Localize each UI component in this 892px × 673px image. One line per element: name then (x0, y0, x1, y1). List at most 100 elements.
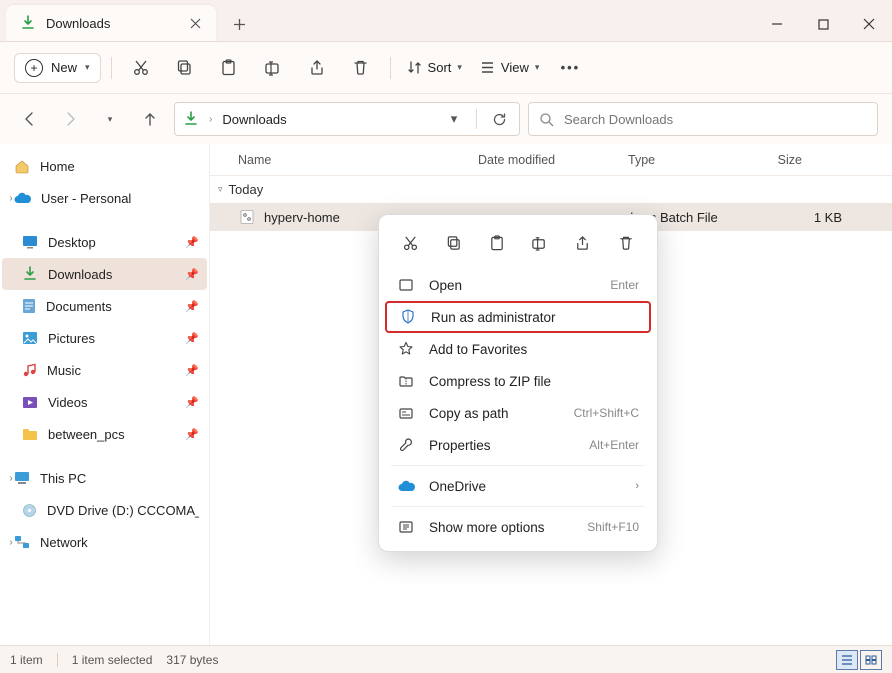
column-header-size[interactable]: Size (750, 153, 820, 167)
close-window-button[interactable] (846, 7, 892, 41)
thumbnails-view-button[interactable] (860, 650, 882, 670)
column-headers: Name Date modified Type Size (210, 144, 892, 176)
recent-dropdown[interactable]: ▾ (94, 103, 126, 135)
context-menu: Open Enter Run as administrator Add to F… (378, 214, 658, 552)
tab-downloads[interactable]: Downloads (6, 5, 216, 41)
separator (390, 57, 391, 79)
view-button[interactable]: View ▾ (474, 56, 545, 79)
shield-icon (399, 308, 417, 326)
ctx-shortcut: Enter (610, 278, 639, 292)
delete-button[interactable] (342, 49, 380, 87)
chevron-down-icon: ▾ (85, 62, 90, 73)
up-button[interactable] (134, 103, 166, 135)
sidebar-item-music[interactable]: Music 📌 (2, 354, 207, 386)
group-today[interactable]: ▿ Today (210, 176, 892, 203)
ctx-compress-zip[interactable]: Compress to ZIP file (385, 365, 651, 397)
status-item-count: 1 item (10, 653, 43, 667)
sidebar-item-desktop[interactable]: Desktop 📌 (2, 226, 207, 258)
sidebar-item-dvd[interactable]: DVD Drive (D:) CCCOMA_X6 (2, 494, 207, 526)
paste-button[interactable] (210, 49, 248, 87)
ctx-shortcut: Alt+Enter (589, 438, 639, 452)
sidebar-label: Videos (48, 395, 88, 410)
sidebar-item-pictures[interactable]: Pictures 📌 (2, 322, 207, 354)
ctx-onedrive[interactable]: OneDrive › (385, 470, 651, 502)
status-selected: 1 item selected (72, 653, 153, 667)
download-icon (183, 111, 199, 127)
ctx-label: Open (429, 278, 596, 293)
ctx-show-more[interactable]: Show more options Shift+F10 (385, 511, 651, 543)
documents-icon (22, 298, 36, 314)
ctx-add-favorites[interactable]: Add to Favorites (385, 333, 651, 365)
rename-button[interactable] (254, 49, 292, 87)
ctx-paste-button[interactable] (481, 227, 513, 259)
column-header-name[interactable]: Name (238, 153, 478, 167)
back-button[interactable] (14, 103, 46, 135)
refresh-button[interactable] (487, 107, 511, 131)
share-button[interactable] (298, 49, 336, 87)
search-box[interactable] (528, 102, 878, 136)
home-icon (14, 158, 30, 174)
ctx-copy-button[interactable] (438, 227, 470, 259)
ellipsis-icon: ••• (561, 60, 581, 75)
copy-button[interactable] (166, 49, 204, 87)
new-button[interactable]: + New ▾ (14, 53, 101, 83)
sidebar-item-videos[interactable]: Videos 📌 (2, 386, 207, 418)
column-header-date[interactable]: Date modified (478, 153, 628, 167)
status-bytes: 317 bytes (166, 653, 218, 667)
sidebar-item-user[interactable]: › User - Personal (2, 182, 207, 214)
download-icon (20, 15, 36, 31)
details-view-button[interactable] (836, 650, 858, 670)
chevron-right-icon[interactable]: › (4, 193, 18, 204)
sidebar-item-thispc[interactable]: › This PC (2, 462, 207, 494)
disc-icon (22, 503, 37, 518)
sidebar-label: This PC (40, 471, 86, 486)
chevron-right-icon[interactable]: › (4, 473, 18, 484)
sidebar-item-documents[interactable]: Documents 📌 (2, 290, 207, 322)
more-button[interactable]: ••• (551, 49, 589, 87)
breadcrumb-downloads[interactable]: Downloads (222, 112, 286, 127)
sidebar-label: Downloads (48, 267, 112, 282)
sort-icon (407, 60, 422, 75)
search-icon (539, 112, 554, 127)
column-header-type[interactable]: Type (628, 153, 750, 167)
maximize-button[interactable] (800, 7, 846, 41)
address-bar[interactable]: › Downloads ▾ (174, 102, 520, 136)
chevron-down-icon: ▾ (535, 62, 540, 73)
ctx-label: OneDrive (429, 479, 621, 494)
ctx-run-as-admin[interactable]: Run as administrator (385, 301, 651, 333)
ctx-delete-button[interactable] (610, 227, 642, 259)
sidebar-item-home[interactable]: Home (2, 150, 207, 182)
chevron-right-icon[interactable]: › (4, 537, 18, 548)
ctx-label: Copy as path (429, 406, 560, 421)
sidebar-item-network[interactable]: › Network (2, 526, 207, 558)
pin-icon: 📌 (185, 332, 199, 345)
ctx-cut-button[interactable] (395, 227, 427, 259)
ctx-copy-path[interactable]: Copy as path Ctrl+Shift+C (385, 397, 651, 429)
ctx-properties[interactable]: Properties Alt+Enter (385, 429, 651, 461)
chevron-down-icon[interactable]: ▾ (442, 107, 466, 131)
cut-button[interactable] (122, 49, 160, 87)
ctx-share-button[interactable] (567, 227, 599, 259)
sidebar-label: DVD Drive (D:) CCCOMA_X6 (47, 503, 199, 518)
folder-icon (22, 427, 38, 441)
chevron-down-icon: ▿ (218, 184, 223, 195)
sort-button[interactable]: Sort ▾ (401, 56, 468, 79)
new-tab-button[interactable] (222, 7, 256, 41)
ctx-shortcut: Shift+F10 (587, 520, 639, 534)
sidebar-item-between-pcs[interactable]: between_pcs 📌 (2, 418, 207, 450)
ctx-open[interactable]: Open Enter (385, 269, 651, 301)
minimize-button[interactable] (754, 7, 800, 41)
chevron-down-icon: ▾ (108, 114, 113, 125)
chevron-right-icon: › (635, 480, 639, 492)
address-bar-row: ▾ › Downloads ▾ (0, 94, 892, 144)
pin-icon: 📌 (185, 236, 199, 249)
ctx-rename-button[interactable] (524, 227, 556, 259)
sidebar-item-downloads[interactable]: Downloads 📌 (2, 258, 207, 290)
forward-button[interactable] (54, 103, 86, 135)
sidebar-label: Home (40, 159, 75, 174)
close-tab-icon[interactable] (188, 16, 202, 30)
sidebar-label: between_pcs (48, 427, 125, 442)
search-input[interactable] (564, 112, 867, 127)
ctx-label: Show more options (429, 520, 573, 535)
separator (391, 465, 645, 466)
